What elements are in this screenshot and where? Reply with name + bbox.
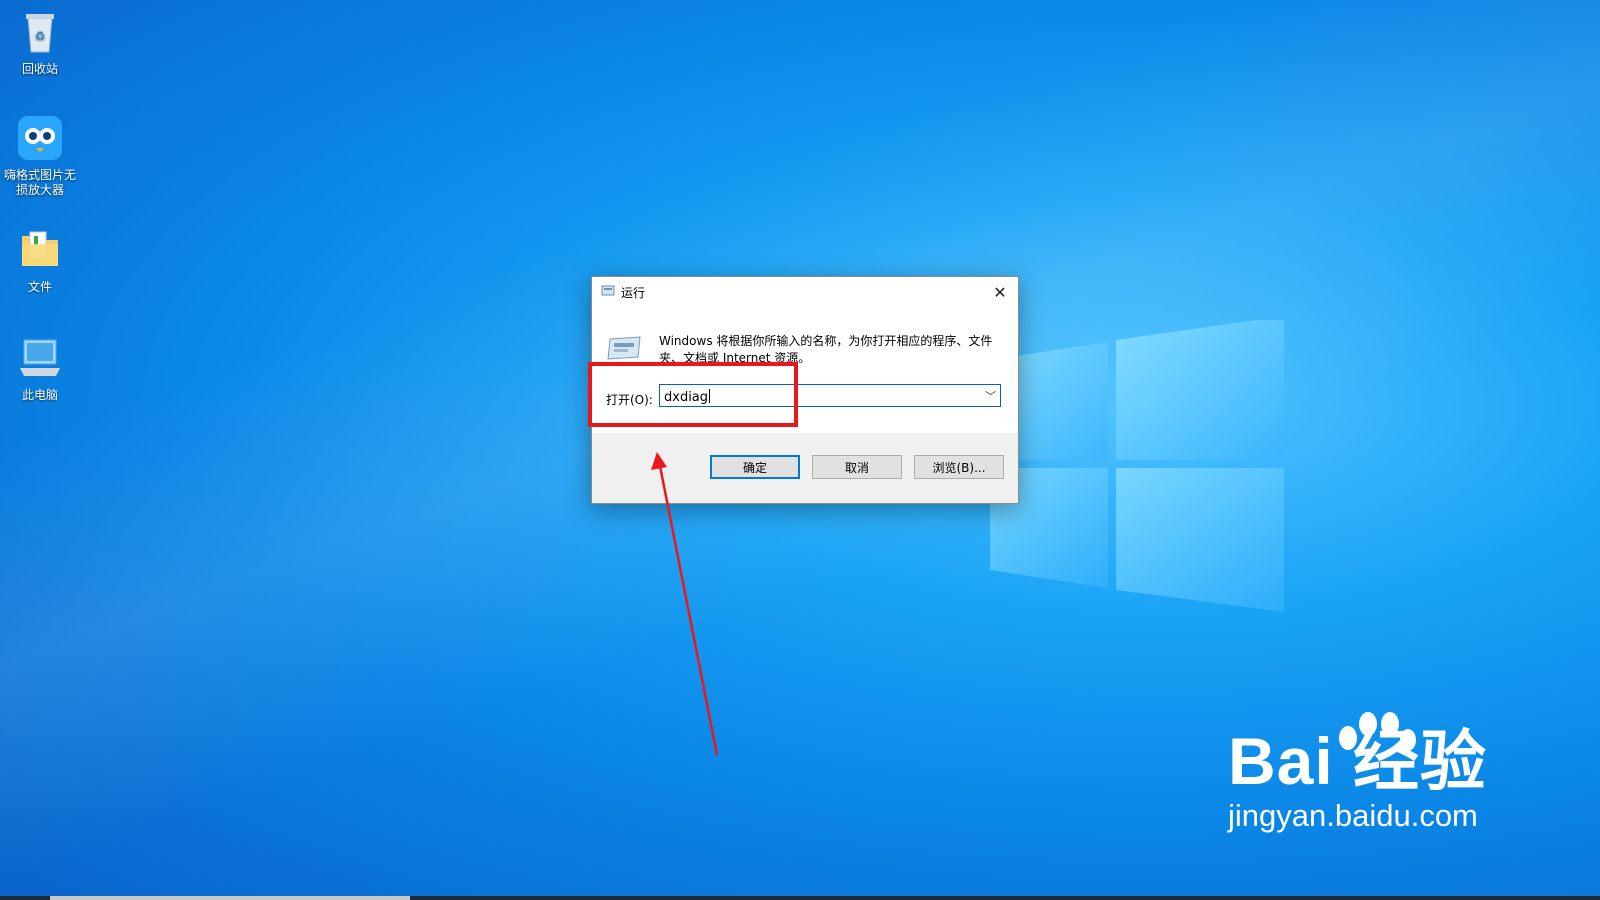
desktop-icon-label: 嗨格式图片无损放大器 (3, 168, 76, 197)
svg-text:♻: ♻ (35, 29, 46, 43)
browse-button[interactable]: 浏览(B)... (914, 455, 1004, 479)
desktop-icon-label: 回收站 (21, 62, 58, 76)
computer-icon (20, 339, 60, 376)
recycle-bin-icon: ♻ (26, 14, 54, 53)
close-button[interactable]: ✕ (982, 277, 1018, 307)
ok-button[interactable]: 确定 (710, 455, 800, 479)
dialog-title: 运行 (621, 286, 646, 300)
run-icon (601, 285, 615, 296)
desktop-icon-label: 此电脑 (21, 388, 58, 402)
taskbar-edge (0, 896, 1600, 900)
desktop-icon-folder[interactable]: 文件 (0, 226, 80, 295)
chevron-down-icon[interactable]: ﹀ (985, 388, 996, 404)
close-icon: ✕ (993, 282, 1007, 302)
dialog-button-bar: 确定 取消 浏览(B)... (592, 433, 1018, 503)
folder-icon (22, 231, 58, 266)
desktop-icon-this-pc[interactable]: 此电脑 (0, 334, 80, 403)
run-dialog-titlebar[interactable]: 运行 ✕ (592, 277, 1018, 307)
run-program-icon (607, 336, 641, 360)
owl-app-icon (18, 116, 62, 160)
cancel-button[interactable]: 取消 (812, 455, 902, 479)
windows-logo (990, 320, 1284, 612)
desktop-icon-label: 文件 (27, 280, 52, 294)
baidu-url-text: jingyan.baidu.com (1228, 798, 1478, 833)
desktop-icon-recycle-bin[interactable]: ♻ 回收站 (0, 8, 80, 77)
baidu-jingyan-watermark: Bai 经验 jingyan.baidu.com (1228, 712, 1487, 834)
annotation-highlight-box (588, 362, 798, 427)
desktop-icon-image-upscaler[interactable]: 嗨格式图片无损放大器 (0, 114, 80, 198)
baidu-paw-icon (1339, 712, 1416, 751)
